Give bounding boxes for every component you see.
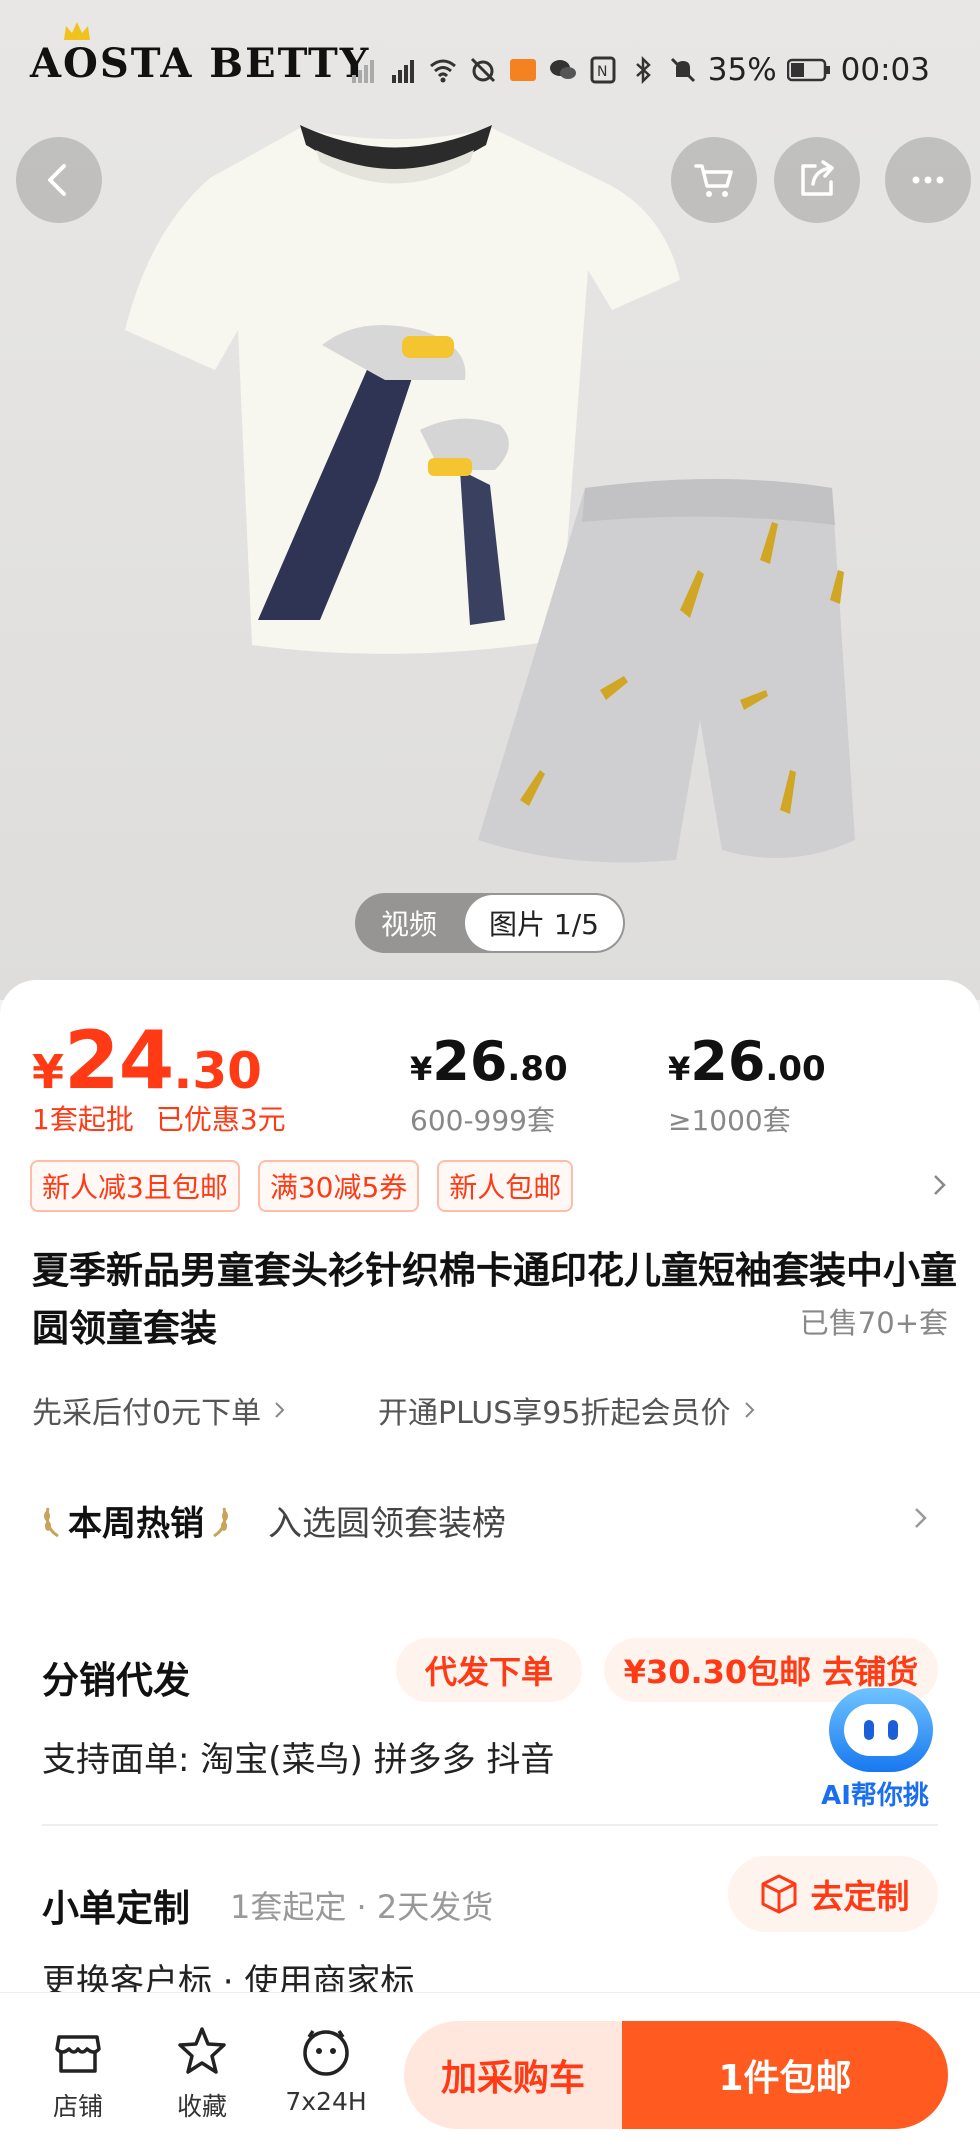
laurel-left-icon	[44, 1507, 59, 1538]
distribution-title: 分销代发	[42, 1659, 190, 1702]
hot-badge-label: 本周热销	[68, 1503, 204, 1544]
box-icon	[761, 1874, 796, 1914]
price-notes: 1套起批 已优惠3元	[32, 1098, 308, 1138]
share-button[interactable]	[774, 137, 860, 223]
cart-button[interactable]	[671, 137, 757, 223]
hot-rank-text: 入选圆领套装榜	[268, 1503, 506, 1544]
service-icon	[303, 2030, 349, 2076]
cart-icon	[694, 164, 733, 197]
media-toggle: 视频 图片 1/5	[355, 893, 625, 953]
shop-label: 店铺	[52, 2092, 103, 2121]
tier-quantity: ≥1000套	[668, 1104, 791, 1137]
chevron-left-icon	[48, 164, 66, 196]
clock: 00:03	[840, 52, 930, 88]
tier-quantity: 600-999套	[410, 1104, 555, 1137]
promo-tag[interactable]: 新人减3且包邮	[30, 1160, 240, 1212]
price-tier: ¥26.00 ≥1000套	[668, 1030, 826, 1137]
pay-later-link[interactable]: 先采后付0元下单	[32, 1388, 289, 1432]
ai-assistant-button[interactable]: AI帮你挑	[805, 1688, 945, 1818]
custom-meta: 1套起定 · 2天发货	[230, 1888, 494, 1926]
favorite-label: 收藏	[176, 2092, 227, 2121]
alarm-off-icon	[470, 57, 495, 83]
svg-text:N: N	[597, 64, 607, 80]
waybill-support: 支持面单: 淘宝(菜鸟) 拼多多 抖音	[42, 1740, 555, 1780]
back-button[interactable]	[16, 137, 102, 223]
favorite-tab[interactable]: 收藏	[152, 2023, 252, 2123]
buy-now-button[interactable]: 1件包邮	[622, 2021, 948, 2129]
price-decimal: .30	[173, 1042, 262, 1100]
divider	[42, 1824, 938, 1826]
mute-icon	[670, 57, 695, 83]
battery-percent: 35%	[707, 52, 777, 88]
app-notification-icon	[509, 59, 536, 81]
wechat-icon	[549, 60, 576, 79]
brand-logo: AOSTA BETTY	[30, 40, 371, 87]
tab-images[interactable]: 图片 1/5	[465, 895, 623, 951]
promo-tag[interactable]: 新人包邮	[437, 1160, 574, 1212]
more-button[interactable]	[885, 137, 971, 223]
hot-badge: 本周热销	[40, 1496, 232, 1545]
signal-icon	[391, 60, 414, 83]
add-to-cart-button[interactable]: 加采购车	[404, 2021, 622, 2129]
star-icon	[178, 2027, 226, 2074]
customize-label: 去定制	[810, 1877, 910, 1916]
promo-list[interactable]: 新人减3且包邮 满30减5券 新人包邮	[30, 1160, 574, 1212]
nfc-icon: N	[590, 56, 616, 84]
tab-video[interactable]: 视频	[355, 903, 463, 943]
pay-later-label: 先采后付0元下单	[32, 1396, 262, 1431]
hot-selling-card[interactable]: 本周热销 入选圆领套装榜	[16, 1456, 964, 1584]
sold-count: 已售70+套	[799, 1306, 948, 1340]
price-integer: 24	[64, 1014, 174, 1107]
shop-tab[interactable]: 店铺	[28, 2023, 128, 2123]
shop-icon	[55, 2035, 101, 2073]
chevron-right-icon	[915, 1508, 927, 1528]
status-icons: N 35% 00:03	[348, 52, 930, 88]
more-icon	[912, 176, 944, 184]
bottom-action-bar: 店铺 收藏 7x24H 加采购车 1件包邮	[0, 1992, 980, 2156]
service-label: 7x24H	[285, 2087, 367, 2116]
customer-service-tab[interactable]: 7x24H	[276, 2023, 376, 2116]
current-price: ¥24.30	[32, 1014, 262, 1107]
price-currency: ¥	[32, 1045, 65, 1099]
chevron-right-icon	[275, 1402, 285, 1418]
signal-off-icon	[351, 60, 374, 83]
dropship-order-button[interactable]: 代发下单	[396, 1638, 582, 1702]
share-icon	[801, 160, 834, 196]
wifi-icon	[429, 59, 456, 83]
ai-robot-icon	[829, 1688, 933, 1772]
chevron-right-icon	[744, 1402, 754, 1418]
promo-tag[interactable]: 满30减5券	[257, 1160, 420, 1212]
plus-membership-link[interactable]: 开通PLUS享95折起会员价	[378, 1388, 759, 1432]
price-tier: ¥26.80 600-999套	[410, 1030, 568, 1137]
chevron-right-icon[interactable]	[926, 1172, 952, 1198]
ai-assistant-label: AI帮你挑	[805, 1774, 945, 1818]
bluetooth-icon	[635, 55, 651, 85]
custom-title: 小单定制	[42, 1887, 190, 1930]
battery-icon	[786, 58, 830, 82]
plus-label: 开通PLUS享95折起会员价	[378, 1396, 731, 1431]
laurel-right-icon	[213, 1507, 228, 1538]
product-image-area[interactable]: AOSTA BETTY N 35% 00:03 视频 图片 1/5	[0, 0, 980, 1000]
customize-button[interactable]: 去定制	[728, 1856, 938, 1932]
min-order-text: 1套起批	[32, 1103, 134, 1136]
crown-icon	[64, 22, 90, 40]
status-bar: AOSTA BETTY N 35% 00:03	[0, 0, 980, 140]
discount-text: 已优惠3元	[155, 1103, 286, 1136]
